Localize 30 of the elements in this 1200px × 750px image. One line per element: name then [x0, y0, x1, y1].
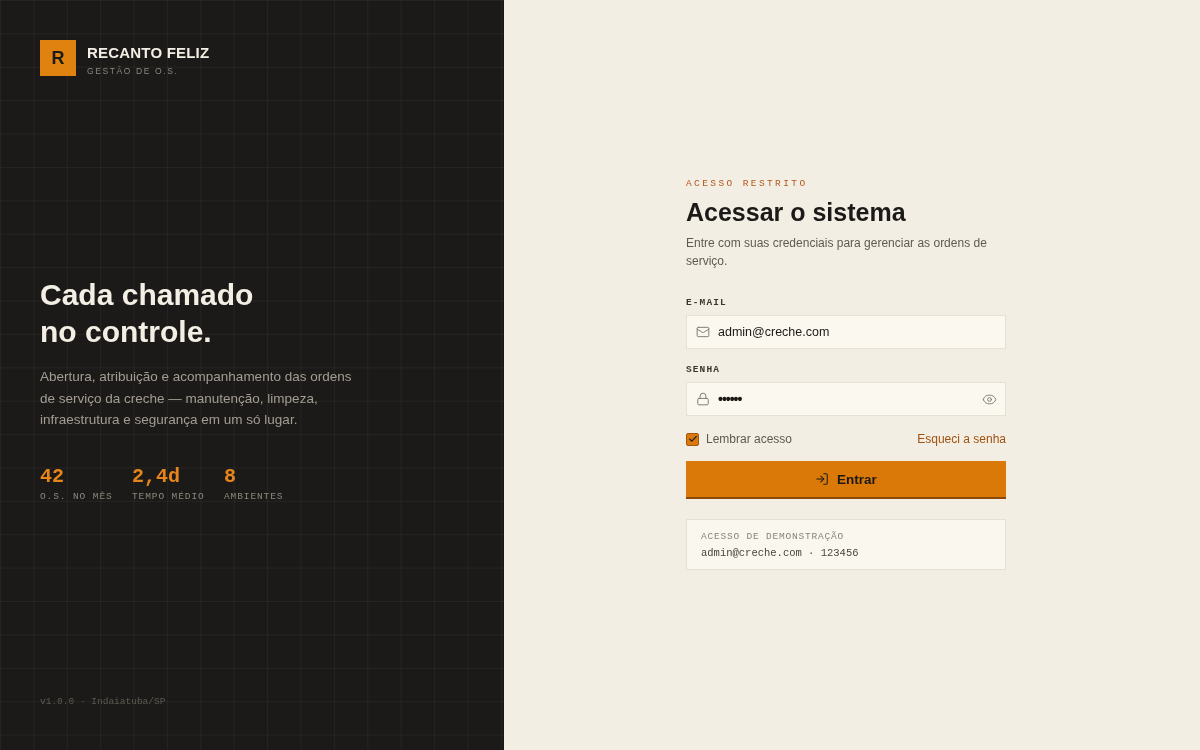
stat-value: 2,4d	[132, 465, 180, 488]
form-subtitle: Entre com suas credenciais para gerenciar as ordens de serviço.	[686, 235, 988, 270]
remember-checkbox[interactable]	[686, 432, 699, 446]
forgot-password-link[interactable]: Esqueci a senha	[917, 432, 1006, 446]
brand-subtitle: GESTÃO DE O.S.	[87, 65, 179, 76]
remember-label: Lembrar acesso	[706, 432, 793, 446]
logo-icon: R	[40, 40, 76, 76]
brand-name: RECANTO FELIZ	[87, 43, 210, 61]
form-title: Acessar o sistema	[686, 197, 907, 227]
stat-value: 8	[224, 465, 236, 488]
version-footer: v1.0.0 · Indaiatuba/SP	[40, 696, 166, 707]
eye-icon[interactable]	[982, 392, 997, 407]
description: Abertura, atribuição e acompanhamento das ordens de serviço da creche — manutenção, limpeza, infraestrutura e segurança em um só lugar.	[40, 368, 353, 430]
demo-title: ACESSO DE DEMONSTRAÇÃO	[701, 531, 845, 542]
stat-label: TEMPO MÉDIO	[132, 490, 205, 502]
submit-button[interactable]: Entrar	[686, 461, 1006, 499]
mail-icon	[696, 325, 710, 339]
stat-label: O.S. NO MÊS	[40, 490, 113, 502]
stat-label: AMBIENTES	[224, 490, 284, 502]
field-label: E-MAIL	[686, 297, 728, 308]
password-field[interactable]: ••••••	[686, 382, 1006, 416]
eyebrow-label: ACESSO RESTRITO	[686, 178, 809, 189]
email-field[interactable]: admin@creche.com	[686, 315, 1006, 349]
demo-credentials: admin@creche.com · 123456	[701, 547, 859, 559]
lock-icon	[696, 392, 710, 406]
checkmark-icon	[687, 434, 698, 444]
stat-value: 42	[40, 465, 64, 488]
login-icon	[815, 472, 830, 486]
headline: Cada chamado no controle.	[40, 277, 255, 351]
field-label: SENHA	[686, 364, 721, 375]
